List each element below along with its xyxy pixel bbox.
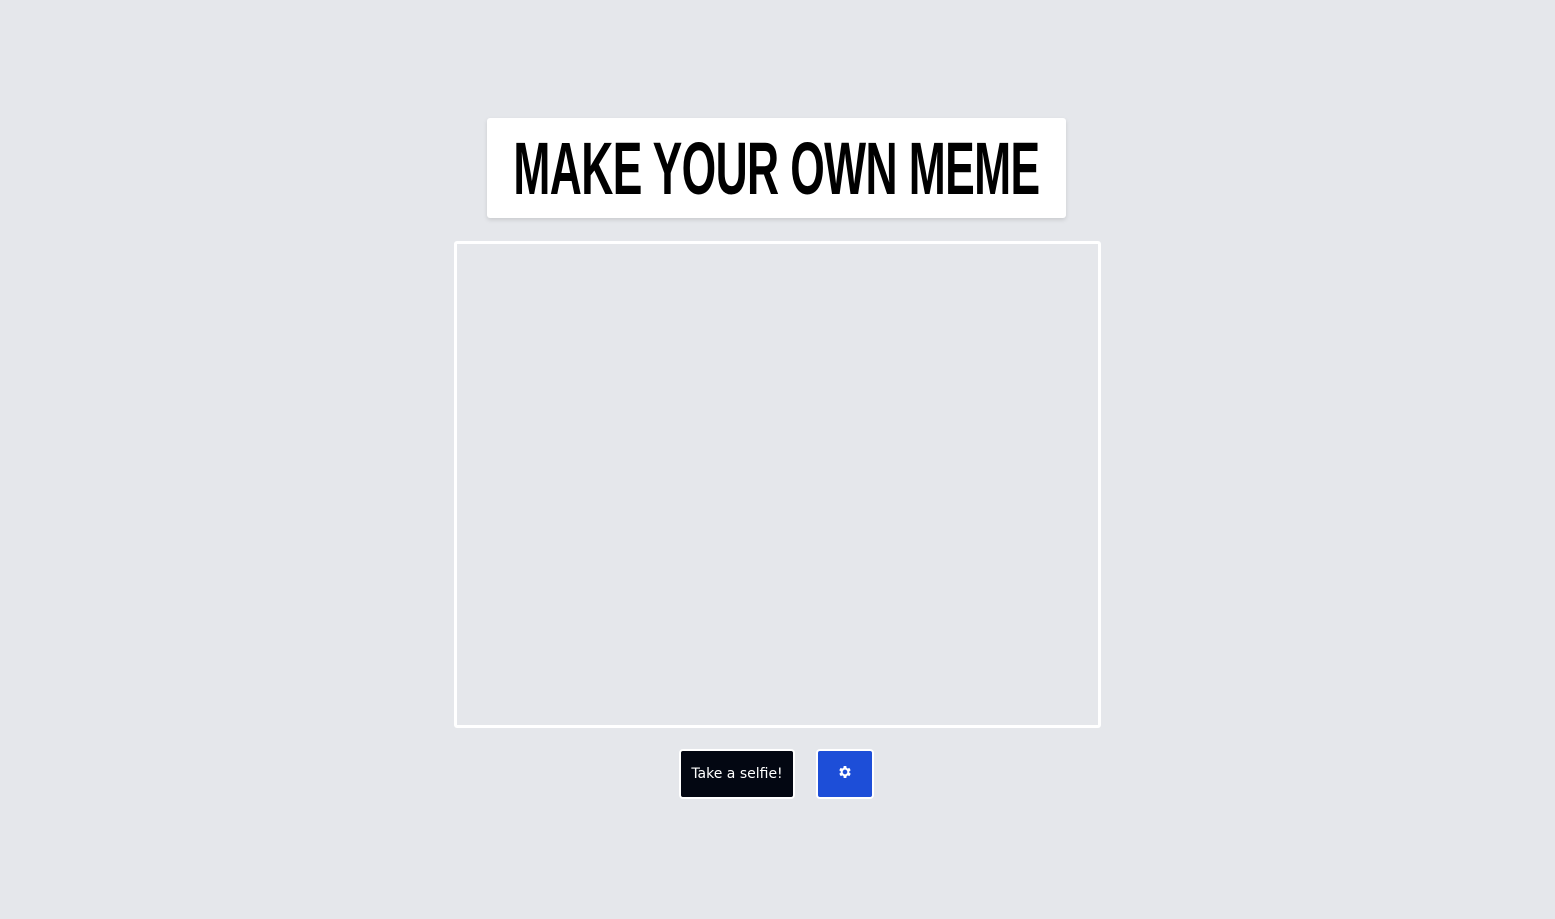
settings-button[interactable] [816, 749, 874, 799]
page-title: MAKE YOUR OWN MEME [513, 127, 1040, 210]
take-selfie-label: Take a selfie! [691, 766, 783, 782]
title-banner: MAKE YOUR OWN MEME [487, 118, 1066, 218]
take-selfie-button[interactable]: Take a selfie! [679, 749, 795, 799]
camera-preview [454, 241, 1101, 728]
gear-icon [837, 764, 853, 784]
